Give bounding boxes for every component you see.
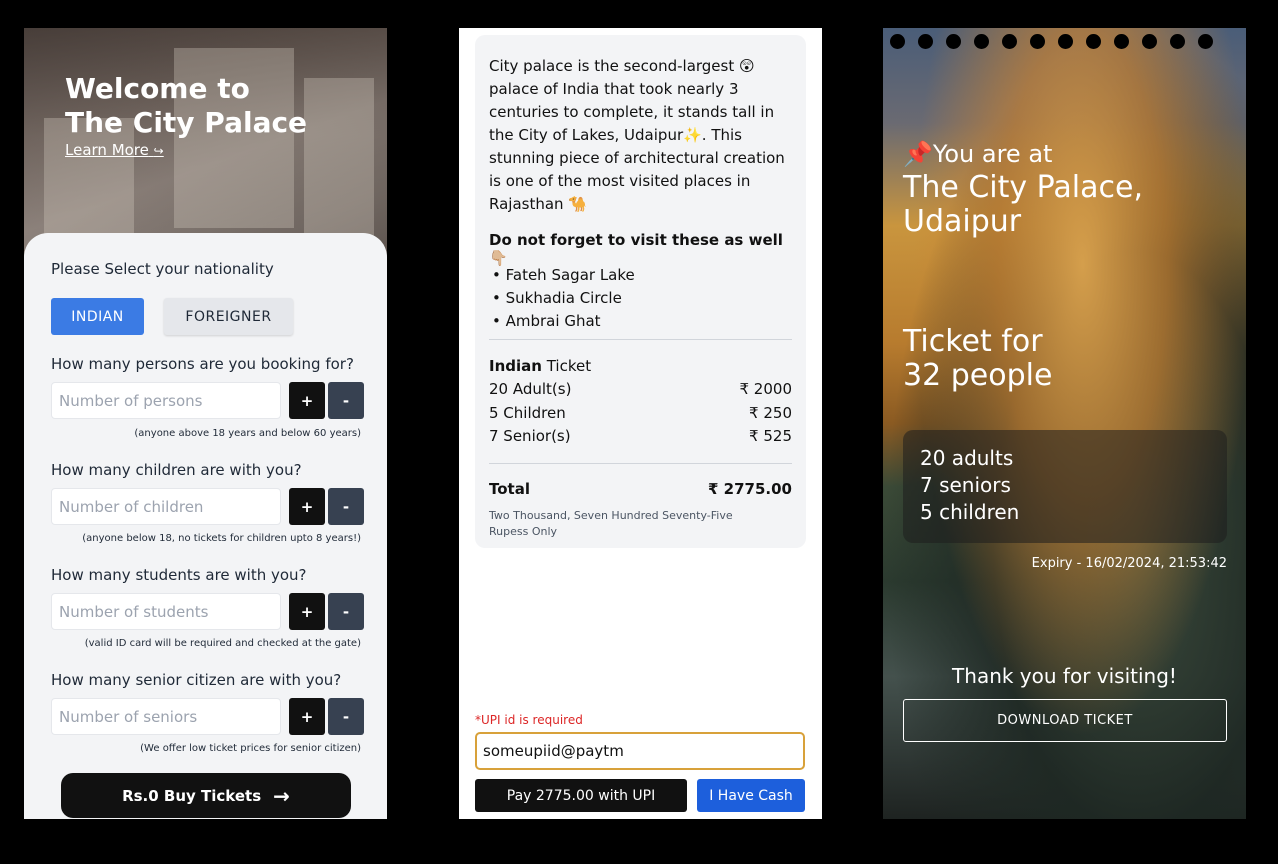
upi-error-text: *UPI id is required [475,713,583,727]
buy-tickets-label: Rs.0 Buy Tickets [122,786,262,805]
seniors-input[interactable]: Number of seniors [51,698,281,735]
hero-title: Welcome to The City Palace [65,72,308,139]
total-row: Total ₹ 2775.00 [489,480,792,498]
list-item: Fateh Sagar Lake [492,264,635,287]
line-item-seniors: 7 Senior(s) ₹ 525 [489,427,792,445]
persons-question: How many persons are you booking for? [51,355,354,373]
children-question: How many children are with you? [51,461,302,479]
ticket-breakdown-panel: 20 adults 7 seniors 5 children [903,430,1227,543]
expiry-text: Expiry - 16/02/2024, 21:53:42 [1031,556,1227,571]
ticket-perforation [890,34,1213,49]
line-item-children: 5 Children ₹ 250 [489,404,792,422]
persons-input[interactable]: Number of persons [51,382,281,419]
seniors-hint: (We offer low ticket prices for senior c… [140,743,361,754]
thanks-text: Thank you for visiting! [952,664,1177,688]
booking-screen: Welcome to The City Palace Learn More ↪ P… [24,28,387,819]
adults-count: 20 adults [920,446,1014,470]
divider [489,339,792,340]
seniors-plus-button[interactable]: + [289,698,325,735]
seniors-question: How many senior citizen are with you? [51,671,342,689]
list-item: Sukhadia Circle [492,287,635,310]
download-ticket-button[interactable]: DOWNLOAD TICKET [903,699,1227,742]
external-link-icon: ↪ [153,144,164,158]
seniors-count: 7 seniors [920,473,1011,497]
persons-minus-button[interactable]: - [328,382,364,419]
location-label: 📌You are at [903,140,1053,168]
students-hint: (valid ID card will be required and chec… [84,638,361,649]
total-in-words: Two Thousand, Seven Hundred Seventy-Five… [489,509,733,538]
students-question: How many students are with you? [51,566,307,584]
location-name: The City Palace, Udaipur [903,170,1143,239]
payment-screen: City palace is the second-largest 😲 pala… [459,28,822,819]
arrow-right-icon: → [273,783,290,808]
cash-button[interactable]: I Have Cash [697,779,805,812]
persons-hint: (anyone above 18 years and below 60 year… [134,428,361,439]
children-minus-button[interactable]: - [328,488,364,525]
pay-upi-button[interactable]: Pay 2775.00 with UPI [475,779,687,812]
palace-silhouette [304,78,374,238]
learn-more-link[interactable]: Learn More ↪ [65,141,164,159]
foreigner-button[interactable]: FOREIGNER [164,298,293,335]
children-count: 5 children [920,500,1020,524]
students-input[interactable]: Number of students [51,593,281,630]
palace-description: City palace is the second-largest 😲 pala… [489,57,785,213]
ticket-summary-card: City palace is the second-largest 😲 pala… [475,35,806,548]
hero-image: Welcome to The City Palace Learn More ↪ [24,28,387,268]
line-item-adults: 20 Adult(s) ₹ 2000 [489,380,792,398]
places-list: Fateh Sagar Lake Sukhadia Circle Ambrai … [492,264,635,333]
ticket-screen: 📌You are at The City Palace, Udaipur Tick… [883,28,1246,819]
ticket-count: Ticket for 32 people [903,324,1053,393]
indian-button[interactable]: INDIAN [51,298,144,335]
visit-heading: Do not forget to visit these as well 👇🏼 [489,231,783,267]
list-item: Ambrai Ghat [492,310,635,333]
ticket-type: Indian Ticket [489,357,592,375]
persons-plus-button[interactable]: + [289,382,325,419]
nationality-label: Please Select your nationality [51,260,274,278]
divider [489,463,792,464]
children-input[interactable]: Number of children [51,488,281,525]
pin-icon: 📌 [903,140,933,168]
children-plus-button[interactable]: + [289,488,325,525]
upi-input[interactable]: someupiid@paytm [475,732,805,770]
children-hint: (anyone below 18, no tickets for childre… [82,533,361,544]
students-minus-button[interactable]: - [328,593,364,630]
students-plus-button[interactable]: + [289,593,325,630]
buy-tickets-button[interactable]: Rs.0 Buy Tickets → [61,773,351,818]
seniors-minus-button[interactable]: - [328,698,364,735]
